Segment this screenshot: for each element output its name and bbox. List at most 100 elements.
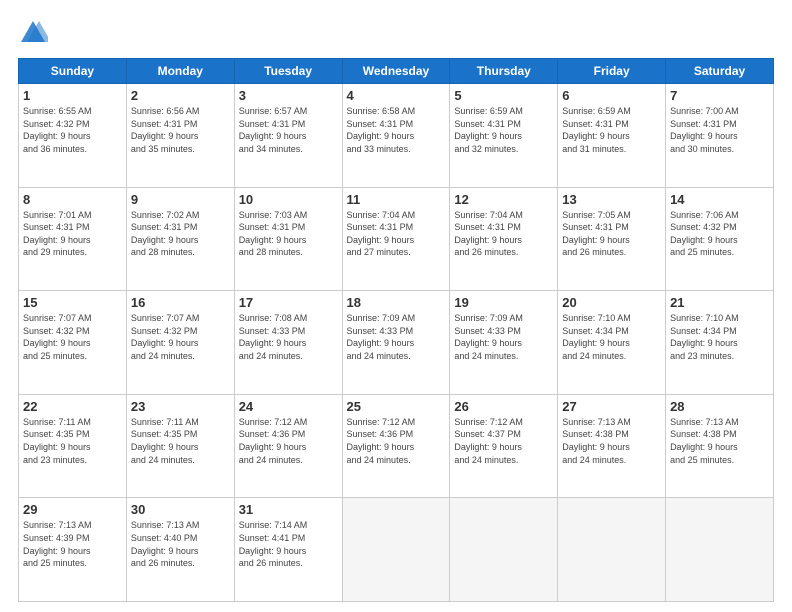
calendar-cell: 30 Sunrise: 7:13 AMSunset: 4:40 PMDayligh… [126, 498, 234, 602]
calendar-cell: 19 Sunrise: 7:09 AMSunset: 4:33 PMDayligh… [450, 291, 558, 395]
calendar-cell: 27 Sunrise: 7:13 AMSunset: 4:38 PMDayligh… [558, 394, 666, 498]
day-info: Sunrise: 7:11 AMSunset: 4:35 PMDaylight:… [23, 416, 122, 466]
day-number: 6 [562, 88, 661, 103]
calendar-cell: 4 Sunrise: 6:58 AMSunset: 4:31 PMDaylight… [342, 84, 450, 188]
calendar-table: SundayMondayTuesdayWednesdayThursdayFrid… [18, 58, 774, 602]
day-info: Sunrise: 7:03 AMSunset: 4:31 PMDaylight:… [239, 209, 338, 259]
day-info: Sunrise: 7:10 AMSunset: 4:34 PMDaylight:… [670, 312, 769, 362]
day-number: 22 [23, 399, 122, 414]
calendar-week-5: 29 Sunrise: 7:13 AMSunset: 4:39 PMDayligh… [19, 498, 774, 602]
day-info: Sunrise: 7:13 AMSunset: 4:40 PMDaylight:… [131, 519, 230, 569]
calendar-cell: 8Sunrise: 7:01 AMSunset: 4:31 PMDaylight… [19, 187, 127, 291]
day-info: Sunrise: 7:05 AMSunset: 4:31 PMDaylight:… [562, 209, 661, 259]
weekday-header-tuesday: Tuesday [234, 59, 342, 84]
calendar-cell: 13 Sunrise: 7:05 AMSunset: 4:31 PMDayligh… [558, 187, 666, 291]
calendar-cell: 16 Sunrise: 7:07 AMSunset: 4:32 PMDayligh… [126, 291, 234, 395]
day-number: 18 [347, 295, 446, 310]
header [18, 18, 774, 48]
day-number: 9 [131, 192, 230, 207]
weekday-header-wednesday: Wednesday [342, 59, 450, 84]
calendar-cell: 9 Sunrise: 7:02 AMSunset: 4:31 PMDaylight… [126, 187, 234, 291]
day-info: Sunrise: 7:13 AMSunset: 4:38 PMDaylight:… [670, 416, 769, 466]
calendar-cell: 25 Sunrise: 7:12 AMSunset: 4:36 PMDayligh… [342, 394, 450, 498]
calendar-cell: 24Sunrise: 7:12 AMSunset: 4:36 PMDayligh… [234, 394, 342, 498]
day-number: 27 [562, 399, 661, 414]
calendar-cell: 12Sunrise: 7:04 AMSunset: 4:31 PMDayligh… [450, 187, 558, 291]
calendar-cell: 11 Sunrise: 7:04 AMSunset: 4:31 PMDayligh… [342, 187, 450, 291]
logo-icon [18, 18, 48, 48]
calendar-cell: 15 Sunrise: 7:07 AMSunset: 4:32 PMDayligh… [19, 291, 127, 395]
calendar-cell [450, 498, 558, 602]
day-info: Sunrise: 6:56 AMSunset: 4:31 PMDaylight:… [131, 105, 230, 155]
day-number: 23 [131, 399, 230, 414]
calendar-cell: 14Sunrise: 7:06 AMSunset: 4:32 PMDayligh… [666, 187, 774, 291]
calendar-cell: 26 Sunrise: 7:12 AMSunset: 4:37 PMDayligh… [450, 394, 558, 498]
page: SundayMondayTuesdayWednesdayThursdayFrid… [0, 0, 792, 612]
day-info: Sunrise: 7:13 AMSunset: 4:39 PMDaylight:… [23, 519, 122, 569]
calendar-cell: 7 Sunrise: 7:00 AMSunset: 4:31 PMDaylight… [666, 84, 774, 188]
day-number: 17 [239, 295, 338, 310]
day-number: 31 [239, 502, 338, 517]
day-number: 20 [562, 295, 661, 310]
calendar-cell [666, 498, 774, 602]
calendar-cell: 17 Sunrise: 7:08 AMSunset: 4:33 PMDayligh… [234, 291, 342, 395]
calendar-cell: 2 Sunrise: 6:56 AMSunset: 4:31 PMDaylight… [126, 84, 234, 188]
day-number: 7 [670, 88, 769, 103]
day-number: 11 [347, 192, 446, 207]
day-number: 29 [23, 502, 122, 517]
day-number: 19 [454, 295, 553, 310]
day-number: 26 [454, 399, 553, 414]
calendar-week-4: 22 Sunrise: 7:11 AMSunset: 4:35 PMDayligh… [19, 394, 774, 498]
weekday-header-friday: Friday [558, 59, 666, 84]
day-number: 28 [670, 399, 769, 414]
day-info: Sunrise: 7:09 AMSunset: 4:33 PMDaylight:… [347, 312, 446, 362]
day-info: Sunrise: 7:01 AMSunset: 4:31 PMDaylight:… [23, 209, 122, 259]
day-info: Sunrise: 7:02 AMSunset: 4:31 PMDaylight:… [131, 209, 230, 259]
day-number: 3 [239, 88, 338, 103]
calendar-cell: 29 Sunrise: 7:13 AMSunset: 4:39 PMDayligh… [19, 498, 127, 602]
day-number: 30 [131, 502, 230, 517]
day-info: Sunrise: 7:04 AMSunset: 4:31 PMDaylight:… [454, 209, 553, 259]
calendar-cell: 10Sunrise: 7:03 AMSunset: 4:31 PMDayligh… [234, 187, 342, 291]
day-info: Sunrise: 7:13 AMSunset: 4:38 PMDaylight:… [562, 416, 661, 466]
day-number: 2 [131, 88, 230, 103]
day-info: Sunrise: 7:10 AMSunset: 4:34 PMDaylight:… [562, 312, 661, 362]
day-number: 4 [347, 88, 446, 103]
day-info: Sunrise: 7:00 AMSunset: 4:31 PMDaylight:… [670, 105, 769, 155]
calendar-week-1: 1 Sunrise: 6:55 AMSunset: 4:32 PMDaylight… [19, 84, 774, 188]
day-number: 13 [562, 192, 661, 207]
day-info: Sunrise: 6:59 AMSunset: 4:31 PMDaylight:… [454, 105, 553, 155]
weekday-header-row: SundayMondayTuesdayWednesdayThursdayFrid… [19, 59, 774, 84]
calendar-cell: 18 Sunrise: 7:09 AMSunset: 4:33 PMDayligh… [342, 291, 450, 395]
weekday-header-thursday: Thursday [450, 59, 558, 84]
weekday-header-monday: Monday [126, 59, 234, 84]
day-info: Sunrise: 7:12 AMSunset: 4:36 PMDaylight:… [239, 416, 338, 466]
calendar-cell [558, 498, 666, 602]
day-info: Sunrise: 7:08 AMSunset: 4:33 PMDaylight:… [239, 312, 338, 362]
calendar-week-2: 8Sunrise: 7:01 AMSunset: 4:31 PMDaylight… [19, 187, 774, 291]
day-info: Sunrise: 7:09 AMSunset: 4:33 PMDaylight:… [454, 312, 553, 362]
day-info: Sunrise: 6:55 AMSunset: 4:32 PMDaylight:… [23, 105, 122, 155]
day-number: 25 [347, 399, 446, 414]
calendar-cell: 28 Sunrise: 7:13 AMSunset: 4:38 PMDayligh… [666, 394, 774, 498]
weekday-header-sunday: Sunday [19, 59, 127, 84]
day-info: Sunrise: 7:12 AMSunset: 4:37 PMDaylight:… [454, 416, 553, 466]
logo [18, 18, 54, 48]
day-number: 21 [670, 295, 769, 310]
calendar-cell: 5Sunrise: 6:59 AMSunset: 4:31 PMDaylight… [450, 84, 558, 188]
day-info: Sunrise: 6:58 AMSunset: 4:31 PMDaylight:… [347, 105, 446, 155]
calendar-cell: 23Sunrise: 7:11 AMSunset: 4:35 PMDayligh… [126, 394, 234, 498]
day-number: 15 [23, 295, 122, 310]
weekday-header-saturday: Saturday [666, 59, 774, 84]
day-number: 1 [23, 88, 122, 103]
day-info: Sunrise: 7:04 AMSunset: 4:31 PMDaylight:… [347, 209, 446, 259]
calendar-cell: 21 Sunrise: 7:10 AMSunset: 4:34 PMDayligh… [666, 291, 774, 395]
day-info: Sunrise: 7:07 AMSunset: 4:32 PMDaylight:… [23, 312, 122, 362]
calendar-cell: 6 Sunrise: 6:59 AMSunset: 4:31 PMDaylight… [558, 84, 666, 188]
calendar-cell: 31Sunrise: 7:14 AMSunset: 4:41 PMDayligh… [234, 498, 342, 602]
day-info: Sunrise: 6:59 AMSunset: 4:31 PMDaylight:… [562, 105, 661, 155]
day-info: Sunrise: 7:12 AMSunset: 4:36 PMDaylight:… [347, 416, 446, 466]
day-info: Sunrise: 7:07 AMSunset: 4:32 PMDaylight:… [131, 312, 230, 362]
day-number: 16 [131, 295, 230, 310]
day-number: 14 [670, 192, 769, 207]
